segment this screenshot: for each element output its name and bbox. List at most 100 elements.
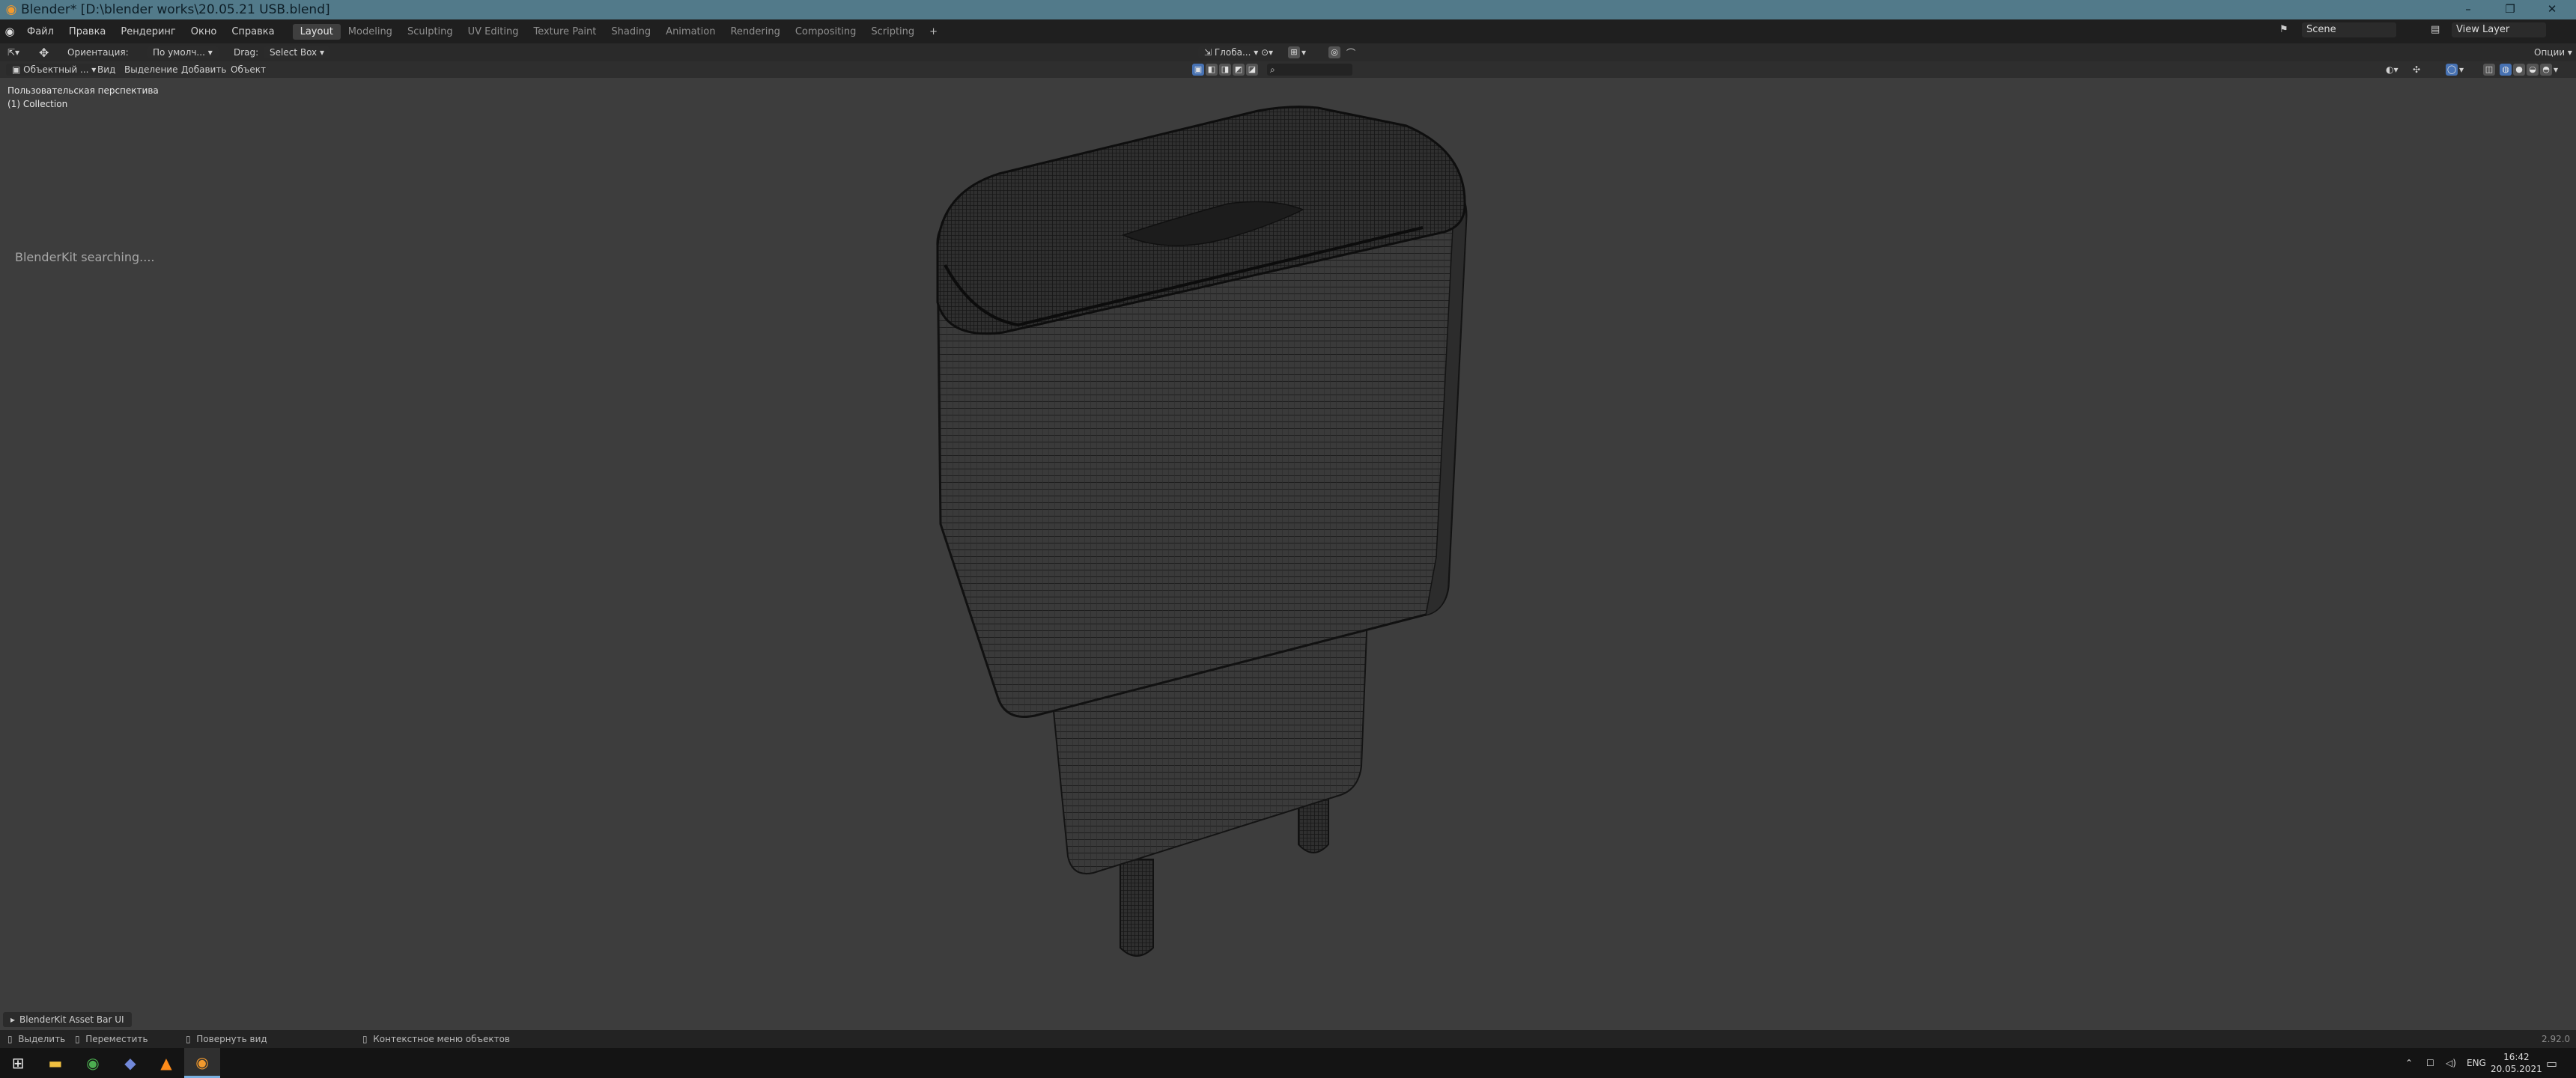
pivot-icon[interactable]: ⊙▾	[1261, 43, 1273, 61]
volume-icon[interactable]: ◁)	[2446, 1048, 2456, 1078]
tab-texture-paint[interactable]: Texture Paint	[526, 24, 604, 40]
gizmo-toggle-icon[interactable]: ✣	[2413, 61, 2420, 78]
clock-time: 16:42	[2503, 1052, 2530, 1062]
network-icon[interactable]: ☐	[2426, 1048, 2434, 1078]
scene-selector[interactable]: Scene	[2302, 22, 2396, 37]
status-rotate-label: Повернуть вид	[196, 1034, 267, 1044]
select-intersect-icon[interactable]: ◪	[1246, 64, 1258, 76]
mouse-left-icon: ▯	[7, 1034, 13, 1044]
tool-icon[interactable]: ⇱▾	[7, 43, 19, 61]
menu-view[interactable]: Вид	[97, 61, 115, 78]
menu-render[interactable]: Рендеринг	[113, 26, 183, 37]
drag-dropdown[interactable]: Select Box ▾	[264, 43, 330, 61]
solid-shading-icon[interactable]: ●	[2513, 64, 2525, 76]
language-indicator[interactable]: ENG	[2467, 1048, 2486, 1078]
add-workspace-button[interactable]: +	[922, 24, 945, 40]
falloff-icon[interactable]: ⌒	[1346, 43, 1355, 61]
transform-orientation-value: Глоба...	[1214, 47, 1251, 58]
blenderkit-asset-bar[interactable]: ▸ BlenderKit Asset Bar UI	[3, 1012, 132, 1027]
tool-settings-header: ⇱▾ ✥ Ориентация: По умолч... ▾ Drag: Sel…	[0, 43, 2576, 61]
menu-file[interactable]: Файл	[19, 26, 61, 37]
rendered-shading-icon[interactable]: ◓	[2540, 64, 2552, 76]
close-button[interactable]: ✕	[2531, 0, 2573, 19]
windows-start-icon[interactable]: ⊞	[0, 1048, 36, 1078]
tab-uv-editing[interactable]: UV Editing	[461, 24, 526, 40]
tab-scripting[interactable]: Scripting	[863, 24, 922, 40]
blender-logo-icon: ◉	[5, 2, 17, 17]
mode-dropdown[interactable]: ▣ Объектный ... ▾	[6, 61, 103, 78]
blender-menu-icon[interactable]: ◉	[0, 25, 19, 38]
tab-animation[interactable]: Animation	[658, 24, 723, 40]
clock[interactable]: 16:42 20.05.2021	[2491, 1048, 2542, 1078]
minimize-button[interactable]: –	[2447, 0, 2489, 19]
select-invert-icon[interactable]: ◩	[1233, 64, 1245, 76]
viewport-search-field[interactable]: ⌕	[1267, 61, 1352, 78]
transform-orientation-dropdown[interactable]: ⇲ Глоба... ▾	[1198, 43, 1265, 61]
options-dropdown[interactable]: Опции ▾	[2534, 43, 2572, 61]
tab-compositing[interactable]: Compositing	[788, 24, 864, 40]
status-context-hint: ▯ Контекстное меню объектов	[362, 1030, 510, 1048]
chevron-right-icon: ▸	[10, 1014, 16, 1025]
3d-viewport[interactable]: Пользовательская перспектива (1) Collect…	[0, 78, 2576, 1030]
tab-rendering[interactable]: Rendering	[723, 24, 787, 40]
clock-date: 20.05.2021	[2491, 1064, 2542, 1074]
select-mode-buttons[interactable]: ▣ ◧ ◨ ◩ ◪	[1192, 61, 1260, 78]
view-layer-selector[interactable]: View Layer	[2452, 22, 2546, 37]
mouse-right-icon: ▯	[362, 1034, 368, 1044]
notifications-icon[interactable]: ▭	[2546, 1048, 2557, 1078]
select-subtract-icon[interactable]: ◨	[1219, 64, 1231, 76]
tab-shading[interactable]: Shading	[604, 24, 658, 40]
scene-icon[interactable]: ⚑	[2279, 24, 2288, 35]
overlays-toggle-icon[interactable]: ◯ ▾	[2446, 61, 2464, 78]
orientation-dropdown[interactable]: По умолч... ▾	[147, 43, 219, 61]
asset-bar-label: BlenderKit Asset Bar UI	[19, 1014, 124, 1025]
view-layer-icon[interactable]: ▤	[2431, 24, 2440, 35]
windows-taskbar: ⊞ ▬ ◉ ◆ ▲ ◉ ⌃ ☐ ◁) ENG 16:42 20.05.2021 …	[0, 1048, 2576, 1078]
shading-mode-buttons[interactable]: ◍ ● ◒ ◓ ▾	[2500, 61, 2558, 78]
status-rotate-hint: ▯ Повернуть вид	[186, 1030, 267, 1048]
menu-object[interactable]: Объект	[231, 61, 266, 78]
status-bar: ▯ Выделить ▯ Переместить ▯ Повернуть вид…	[0, 1030, 2576, 1048]
orientation-label: Ориентация:	[67, 47, 129, 58]
menu-select[interactable]: Выделение	[124, 61, 177, 78]
chrome-icon[interactable]: ◉	[75, 1048, 111, 1078]
snap-icon[interactable]: ⊞ ▾	[1288, 43, 1306, 61]
status-move-hint: ▯ Переместить	[75, 1030, 148, 1048]
restore-button[interactable]: ❐	[2489, 0, 2531, 19]
status-move-label: Переместить	[85, 1034, 148, 1044]
proportional-edit-icon[interactable]: ◎	[1328, 43, 1342, 61]
tray-chevron-icon[interactable]: ⌃	[2405, 1048, 2413, 1078]
visibility-dropdown[interactable]: ◐▾	[2386, 61, 2399, 78]
window-title-bar: ◉ Blender* [D:\blender works\20.05.21 US…	[0, 0, 2576, 19]
discord-icon[interactable]: ◆	[112, 1048, 148, 1078]
mouse-middle-icon: ▯	[186, 1034, 191, 1044]
xray-toggle-icon[interactable]: ◫	[2483, 61, 2497, 78]
menu-window[interactable]: Окно	[183, 26, 225, 37]
options-label: Опции	[2534, 47, 2566, 58]
file-explorer-icon[interactable]: ▬	[37, 1048, 73, 1078]
tab-modeling[interactable]: Modeling	[341, 24, 400, 40]
drag-label: Drag:	[234, 47, 259, 58]
left-prong	[1120, 859, 1154, 957]
drag-value: Select Box	[270, 47, 318, 58]
wireframe-shading-icon[interactable]: ◍	[2500, 64, 2512, 76]
menu-add[interactable]: Добавить	[181, 61, 226, 78]
material-shading-icon[interactable]: ◒	[2527, 64, 2539, 76]
status-select-hint: ▯ Выделить	[7, 1030, 65, 1048]
vlc-icon[interactable]: ▲	[148, 1048, 184, 1078]
search-icon: ⌕	[1267, 64, 1352, 76]
menu-help[interactable]: Справка	[224, 26, 282, 37]
top-bar: ◉ Файл Правка Рендеринг Окно Справка Lay…	[0, 19, 2576, 43]
status-select-label: Выделить	[18, 1034, 66, 1044]
shading-options-icon[interactable]: ▾	[2554, 64, 2558, 75]
viewport-header: ▣ Объектный ... ▾ Вид Выделение Добавить…	[0, 61, 2576, 78]
mouse-drag-icon: ▯	[75, 1034, 80, 1044]
blender-taskbar-icon[interactable]: ◉	[184, 1048, 220, 1078]
tab-layout[interactable]: Layout	[292, 23, 341, 40]
usb-charger-model[interactable]	[0, 78, 2576, 1030]
tab-sculpting[interactable]: Sculpting	[400, 24, 461, 40]
select-extend-icon[interactable]: ◧	[1206, 64, 1218, 76]
menu-edit[interactable]: Правка	[61, 26, 113, 37]
move-tool-icon[interactable]: ✥	[39, 43, 49, 61]
select-box-icon[interactable]: ▣	[1192, 64, 1204, 76]
